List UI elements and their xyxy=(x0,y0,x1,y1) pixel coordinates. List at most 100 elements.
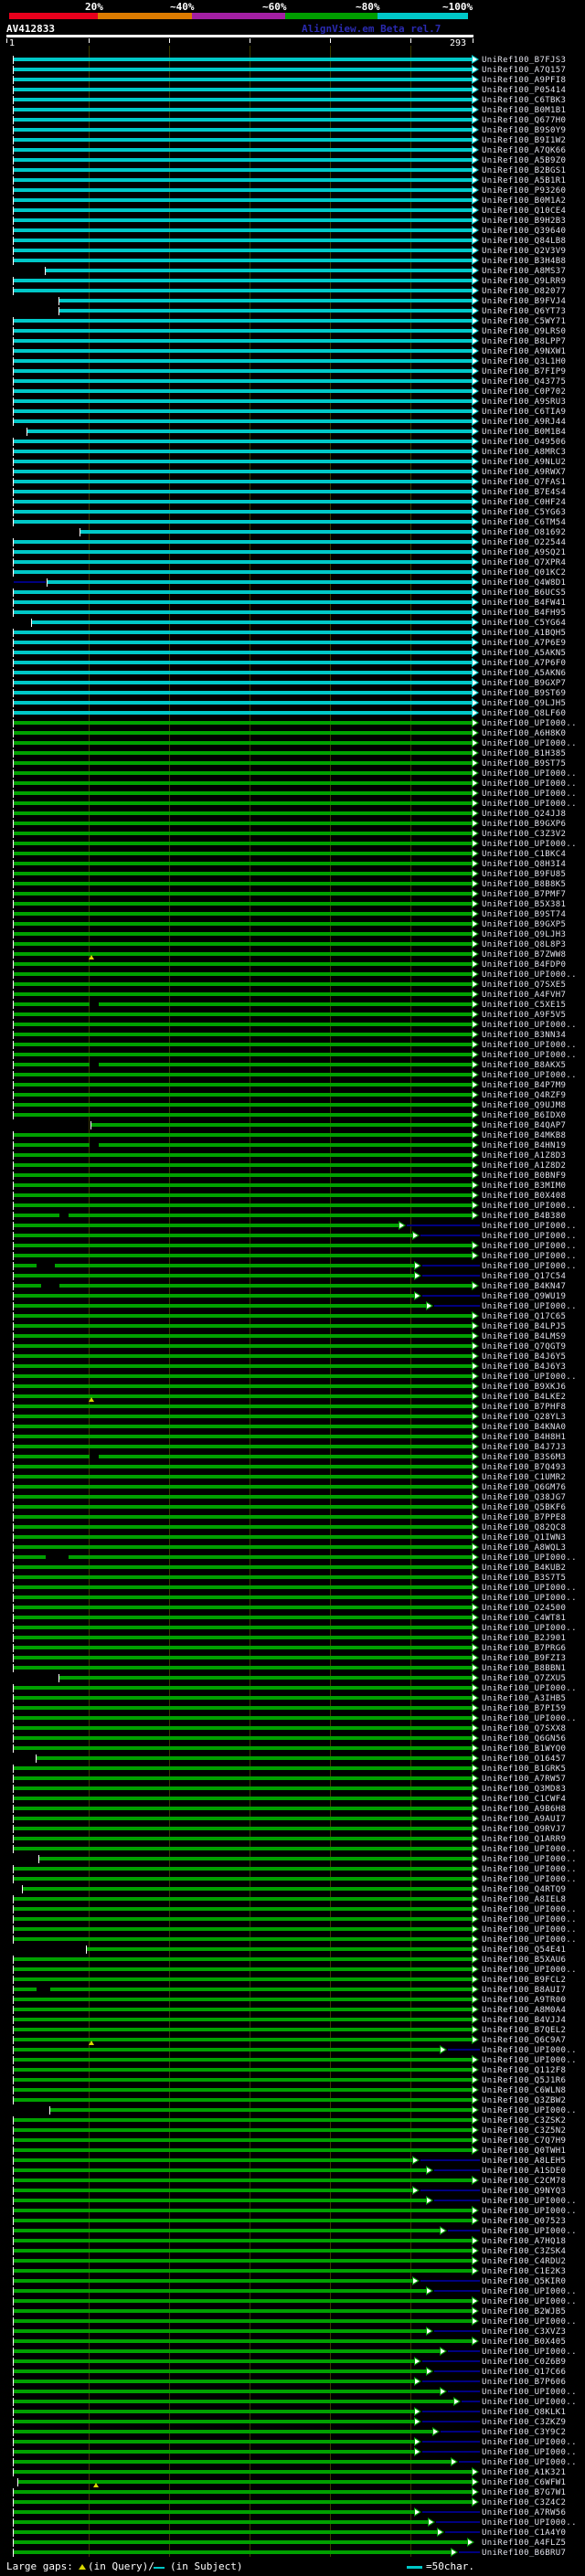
hit-line[interactable] xyxy=(14,1304,426,1308)
hit-line[interactable] xyxy=(14,2178,472,2182)
hit-label[interactable]: UniRef100_B4KUB2 xyxy=(482,1564,566,1573)
hit-label[interactable]: UniRef100_UPI000.. xyxy=(482,1222,577,1231)
hit-line[interactable] xyxy=(14,2289,426,2293)
hit-line[interactable] xyxy=(14,228,472,232)
hit-line[interactable] xyxy=(14,1927,472,1931)
hit-line[interactable] xyxy=(14,1867,472,1871)
hit-label[interactable]: UniRef100_UPI000.. xyxy=(482,1553,577,1563)
hit-line[interactable] xyxy=(14,1354,472,1358)
hit-line[interactable] xyxy=(14,751,472,755)
hit-label[interactable]: UniRef100_B1H385 xyxy=(482,749,566,758)
hit-line[interactable] xyxy=(14,1234,412,1237)
hit-line[interactable] xyxy=(14,590,472,594)
hit-line[interactable] xyxy=(14,1214,472,1217)
hit-line[interactable] xyxy=(14,1203,472,1207)
hit-label[interactable]: UniRef100_B4LMS9 xyxy=(482,1332,566,1341)
hit-line[interactable] xyxy=(14,1585,472,1589)
hit-label[interactable]: UniRef100_B4KN47 xyxy=(482,1282,566,1291)
hit-label[interactable]: UniRef100_UPI000.. xyxy=(482,1966,577,1975)
hit-line[interactable] xyxy=(14,1535,472,1539)
hit-line[interactable] xyxy=(14,1807,472,1810)
hit-label[interactable]: UniRef100_O82077 xyxy=(482,287,566,296)
hit-line[interactable] xyxy=(14,1394,472,1398)
hit-label[interactable]: UniRef100_Q6GN56 xyxy=(482,1734,566,1744)
hit-line[interactable] xyxy=(14,2259,472,2263)
hit-line[interactable] xyxy=(14,1595,472,1599)
hit-line[interactable] xyxy=(14,168,472,172)
hit-line[interactable] xyxy=(14,2400,453,2403)
hit-line[interactable] xyxy=(14,1043,472,1046)
hit-label[interactable]: UniRef100_Q84LB8 xyxy=(482,237,566,246)
hit-label[interactable]: UniRef100_B7G7W1 xyxy=(482,2488,566,2497)
hit-line[interactable] xyxy=(14,1827,472,1830)
hit-label[interactable]: UniRef100_UPI000.. xyxy=(482,1071,577,1080)
hit-line[interactable] xyxy=(14,811,472,815)
hit-line[interactable] xyxy=(59,299,472,302)
hit-line[interactable] xyxy=(14,1988,472,1991)
hit-line[interactable] xyxy=(14,2118,472,2122)
hit-line[interactable] xyxy=(14,2209,472,2212)
hit-label[interactable]: UniRef100_C1E2K3 xyxy=(482,2267,566,2276)
hit-line[interactable] xyxy=(14,1193,472,1197)
hit-line[interactable] xyxy=(14,1274,415,1277)
hit-label[interactable]: UniRef100_UPI000.. xyxy=(482,2388,577,2397)
hit-label[interactable]: UniRef100_UPI000.. xyxy=(482,1845,577,1854)
hit-label[interactable]: UniRef100_A9SRU3 xyxy=(482,398,566,407)
hit-label[interactable]: UniRef100_UPI000.. xyxy=(482,1232,577,1241)
hit-label[interactable]: UniRef100_UPI000.. xyxy=(482,1935,577,1945)
hit-label[interactable]: UniRef100_Q4RTQ9 xyxy=(482,1885,566,1894)
hit-label[interactable]: UniRef100_B2BGS1 xyxy=(482,166,566,175)
hit-line[interactable] xyxy=(14,148,472,152)
hit-label[interactable]: UniRef100_A1BQH5 xyxy=(482,629,566,638)
hit-line[interactable] xyxy=(14,1716,472,1720)
hit-line[interactable] xyxy=(18,2480,472,2484)
hit-line[interactable] xyxy=(14,892,472,896)
hit-line[interactable] xyxy=(14,1998,472,2001)
hit-label[interactable]: UniRef100_B6BRU7 xyxy=(482,2549,566,2558)
hit-label[interactable]: UniRef100_B7FIP9 xyxy=(482,367,566,376)
hit-label[interactable]: UniRef100_Q01KC2 xyxy=(482,568,566,578)
hit-line[interactable] xyxy=(14,2068,472,2072)
hit-label[interactable]: UniRef100_A8IEL8 xyxy=(482,1895,566,1904)
hit-label[interactable]: UniRef100_A1K321 xyxy=(482,2468,566,2477)
hit-label[interactable]: UniRef100_UPI000.. xyxy=(482,1202,577,1211)
hit-line[interactable] xyxy=(14,2329,426,2333)
hit-line[interactable] xyxy=(14,952,472,956)
hit-label[interactable]: UniRef100_A7HQ18 xyxy=(482,2237,566,2246)
hit-line[interactable] xyxy=(14,1505,472,1509)
hit-line[interactable] xyxy=(59,309,472,313)
hit-label[interactable]: UniRef100_B9ST69 xyxy=(482,689,566,698)
hit-label[interactable]: UniRef100_B9H2B3 xyxy=(482,217,566,226)
hit-label[interactable]: UniRef100_Q54E41 xyxy=(482,1945,566,1955)
hit-line[interactable] xyxy=(14,992,472,996)
hit-line[interactable] xyxy=(14,1153,472,1157)
hit-label[interactable]: UniRef100_C4RDU2 xyxy=(482,2257,566,2266)
hit-line[interactable] xyxy=(14,1093,472,1097)
hit-label[interactable]: UniRef100_B0M1B4 xyxy=(482,428,566,437)
hit-line[interactable] xyxy=(14,2269,472,2273)
hit-label[interactable]: UniRef100_UPI000.. xyxy=(482,1373,577,1382)
hit-label[interactable]: UniRef100_A9NXW1 xyxy=(482,347,566,356)
hit-line[interactable] xyxy=(14,922,472,926)
hit-line[interactable] xyxy=(14,741,472,745)
hit-line[interactable] xyxy=(14,862,472,865)
hit-label[interactable]: UniRef100_B9GXP5 xyxy=(482,920,566,929)
hit-line[interactable] xyxy=(14,2199,426,2202)
hit-label[interactable]: UniRef100_B7PMF7 xyxy=(482,890,566,899)
hit-label[interactable]: UniRef100_C3Z3V2 xyxy=(482,830,566,839)
hit-line[interactable] xyxy=(14,1415,472,1418)
hit-line[interactable] xyxy=(14,58,472,61)
hit-line[interactable] xyxy=(14,681,472,684)
hit-label[interactable]: UniRef100_Q38JG7 xyxy=(482,1493,566,1502)
hit-label[interactable]: UniRef100_B5XAU6 xyxy=(482,1956,566,1965)
hit-label[interactable]: UniRef100_C1BKC4 xyxy=(482,850,566,859)
hit-line[interactable] xyxy=(14,419,472,423)
hit-label[interactable]: UniRef100_Q7XPR4 xyxy=(482,558,566,567)
hit-line[interactable] xyxy=(14,1435,472,1438)
hit-line[interactable] xyxy=(14,1626,472,1629)
hit-label[interactable]: UniRef100_A9B6H8 xyxy=(482,1805,566,1814)
hit-line[interactable] xyxy=(14,1817,472,1820)
hit-label[interactable]: UniRef100_Q9LRR9 xyxy=(482,277,566,286)
hit-line[interactable] xyxy=(50,2108,472,2112)
hit-line[interactable] xyxy=(14,2249,472,2253)
